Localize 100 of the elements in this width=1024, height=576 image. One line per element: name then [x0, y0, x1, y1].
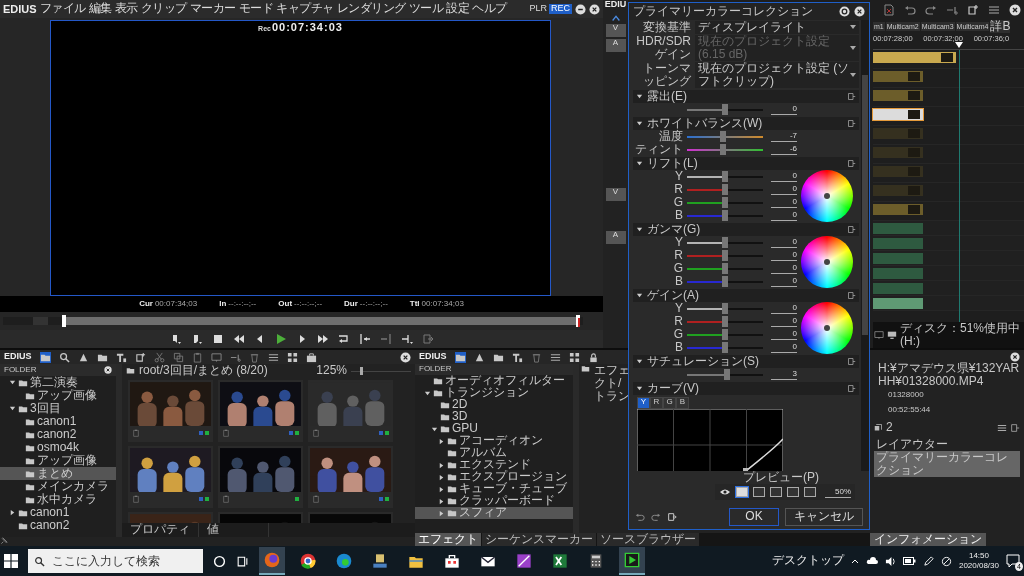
- tree-item[interactable]: メインカメラ: [0, 480, 116, 493]
- info-value: 01328000: [887, 389, 925, 402]
- section-title: ゲイン(A): [647, 288, 700, 303]
- search-field[interactable]: ここに入力して検索: [28, 549, 203, 573]
- tree-item[interactable]: アコーディオン: [415, 435, 573, 447]
- readout-value: --:--:--;--: [294, 299, 323, 309]
- tree-item[interactable]: 2D: [415, 399, 573, 411]
- value-field[interactable]: 0: [771, 250, 797, 261]
- menu-item[interactable]: キャプチャ: [276, 2, 334, 16]
- filter-item[interactable]: プライマリーカラーコレクション: [874, 451, 1020, 478]
- tree-item[interactable]: 3回目: [0, 402, 116, 415]
- desktop-toolbar[interactable]: デスクトップ: [771, 554, 844, 568]
- value-field[interactable]: 0: [771, 197, 797, 208]
- value-field[interactable]: 50%: [825, 486, 851, 498]
- layer-count: 2: [886, 421, 894, 435]
- ok-button[interactable]: OK: [729, 508, 779, 526]
- tree-item[interactable]: アルバム: [415, 447, 573, 459]
- tree-item[interactable]: GPU: [415, 423, 573, 435]
- readout-value: 00:07:34;03: [154, 299, 198, 309]
- file-path: H:¥アマデウス県¥132YARHH¥01328000.MP4: [877, 362, 1020, 388]
- section-title: サチュレーション(S): [647, 354, 760, 369]
- track-header[interactable]: V: [605, 24, 626, 37]
- value-field[interactable]: 0: [771, 237, 797, 248]
- track-header[interactable]: A: [605, 39, 626, 52]
- clock-date[interactable]: 2020/08/30: [958, 561, 999, 571]
- value-field[interactable]: 0: [771, 171, 797, 182]
- column-header: プロパティ: [122, 523, 199, 537]
- dropdown[interactable]: ディスプレイライト: [695, 20, 859, 34]
- value-field[interactable]: 0: [771, 104, 797, 115]
- menu-item[interactable]: ヘルプ: [472, 2, 507, 16]
- track-header[interactable]: V: [605, 188, 626, 201]
- value-field[interactable]: 0: [771, 276, 797, 287]
- value-field[interactable]: -6: [771, 144, 797, 155]
- tree-item[interactable]: オーディオフィルター: [415, 375, 573, 387]
- tree-item[interactable]: アップ画像: [0, 454, 116, 467]
- cancel-button[interactable]: キャンセル: [785, 508, 863, 526]
- tree-item[interactable]: まとめ: [0, 467, 116, 480]
- channel-tab[interactable]: B: [676, 397, 689, 409]
- menu-item[interactable]: ファイル: [39, 2, 86, 16]
- menu-item[interactable]: クリップ: [140, 2, 187, 16]
- panel-tab[interactable]: インフォメーション: [870, 533, 986, 546]
- sequence-tab[interactable]: 詳B: [990, 19, 1011, 34]
- tree-item[interactable]: キューブ・チューブ: [415, 483, 573, 495]
- mode-toggle[interactable]: PLR: [527, 4, 549, 14]
- readout-label: Ttl: [409, 299, 420, 309]
- channel-tab[interactable]: Y: [637, 397, 650, 409]
- filter-item[interactable]: レイアウター: [874, 438, 1020, 452]
- clock-time[interactable]: 14:50: [958, 551, 999, 561]
- slider-label: B: [674, 340, 683, 355]
- slider-label: B: [674, 274, 683, 289]
- tree-item[interactable]: canon2: [0, 428, 116, 441]
- menu-item[interactable]: 表示: [114, 2, 138, 16]
- readout-value: 00:07:34;03: [421, 299, 464, 309]
- tree-item[interactable]: アップ画像: [0, 389, 116, 402]
- setting-label: HDR/SDRゲイン: [635, 35, 691, 61]
- menu-item[interactable]: マーカー: [189, 2, 236, 16]
- readout-label: Out: [278, 299, 293, 309]
- slider-label: G: [672, 261, 683, 276]
- value-field[interactable]: 0: [771, 263, 797, 274]
- tree-item[interactable]: osmo4k: [0, 441, 116, 454]
- menu-item[interactable]: 設定: [446, 2, 470, 16]
- tree-item[interactable]: canon2: [0, 519, 116, 532]
- tree-item[interactable]: トランジション: [415, 387, 573, 399]
- tree-item[interactable]: エクステンド: [415, 459, 573, 471]
- zoom-level: 125%: [316, 364, 347, 378]
- setting-label: トーンマッピング: [642, 62, 691, 88]
- window-title: EDIU: [604, 0, 627, 11]
- channel-tab[interactable]: R: [650, 397, 663, 409]
- track-header[interactable]: A: [605, 231, 626, 244]
- tree-item[interactable]: 3D: [415, 411, 573, 423]
- section-title: リフト(L): [647, 156, 699, 171]
- slider-label: R: [673, 314, 683, 329]
- value-field[interactable]: 0: [771, 210, 797, 221]
- menu-item[interactable]: モード: [238, 2, 274, 16]
- value-field[interactable]: 0: [771, 184, 797, 195]
- section-title: ホワイトバランス(W): [647, 116, 764, 130]
- tree-item[interactable]: エクスプロージョン: [415, 471, 573, 483]
- tree-item[interactable]: スフィア: [415, 507, 573, 519]
- setting-label: 変換基準: [642, 20, 691, 34]
- menu-item[interactable]: レンダリング: [336, 2, 406, 16]
- panel-tab[interactable]: ソースブラウザー: [597, 533, 699, 546]
- tree-item[interactable]: 水中カメラ: [0, 493, 116, 506]
- mode-toggle[interactable]: REC: [549, 4, 572, 14]
- dialog-title: プライマリーカラーコレクション: [633, 4, 814, 19]
- menu-item[interactable]: 編集: [88, 2, 112, 16]
- tree-item[interactable]: canon1: [0, 415, 116, 428]
- tree-item[interactable]: 第二演奏: [0, 376, 116, 389]
- value-field[interactable]: -7: [771, 131, 797, 142]
- menu-item[interactable]: ツール: [408, 2, 444, 16]
- dropdown[interactable]: 現在のプロジェクト設定 (ソフトクリップ): [695, 62, 859, 88]
- channel-tab[interactable]: G: [663, 397, 676, 409]
- value-field[interactable]: 0: [771, 303, 797, 314]
- value-field[interactable]: 3: [771, 369, 797, 380]
- tree-item[interactable]: canon1: [0, 506, 116, 519]
- panel-tab[interactable]: シーケンスマーカー: [482, 533, 596, 546]
- panel-tab[interactable]: エフェクト: [415, 533, 481, 546]
- value-field[interactable]: 0: [771, 342, 797, 353]
- value-field[interactable]: 0: [771, 329, 797, 340]
- tree-item[interactable]: クラッパーボード: [415, 495, 573, 507]
- value-field[interactable]: 0: [771, 316, 797, 327]
